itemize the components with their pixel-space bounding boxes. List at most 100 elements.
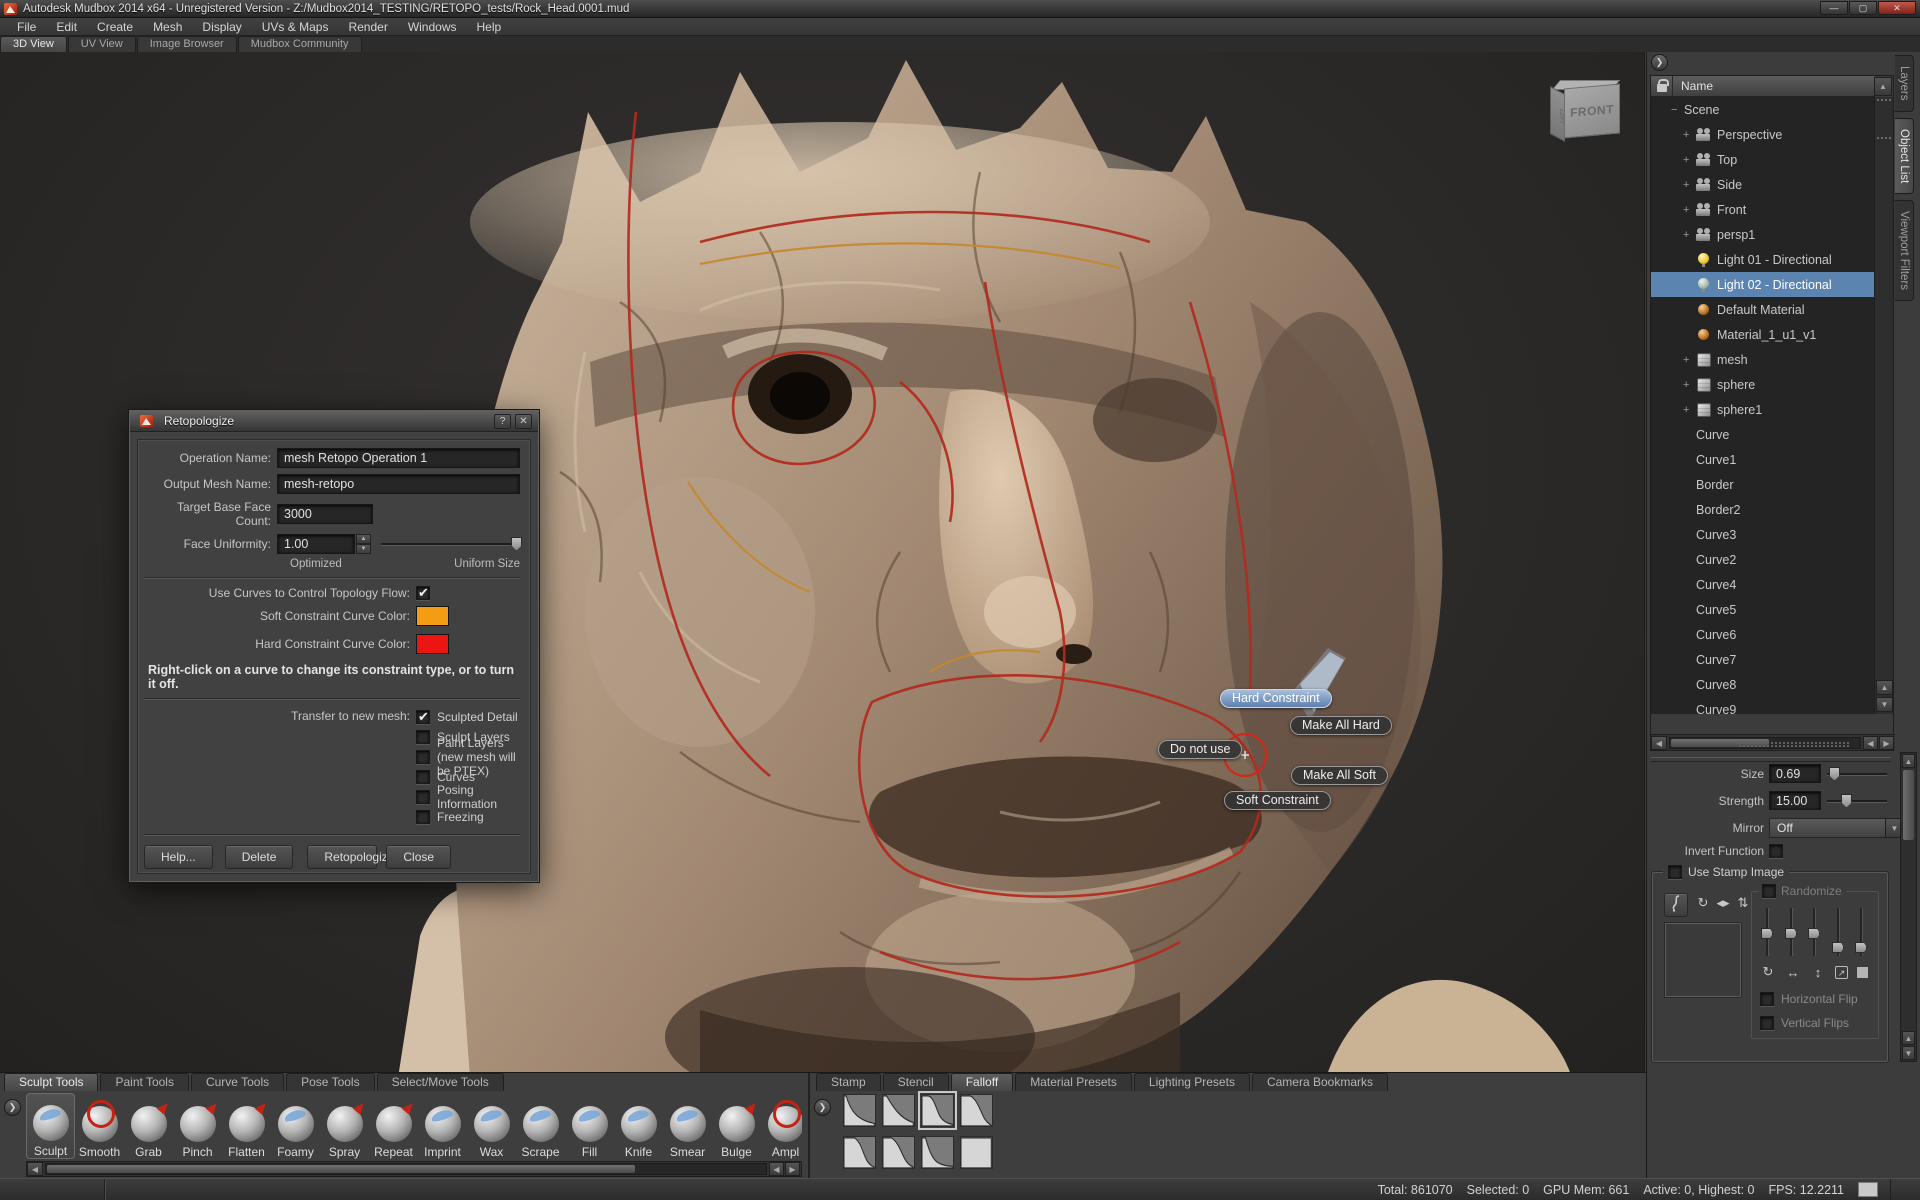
tree-item[interactable]: + Top	[1651, 147, 1875, 172]
tool-button[interactable]: Fill	[565, 1093, 614, 1159]
tree-item[interactable]: + persp1	[1651, 222, 1875, 247]
tree-expander[interactable]: +	[1683, 154, 1696, 166]
randomize-color-swatch[interactable]	[1857, 967, 1868, 978]
tool-button[interactable]: Scrape	[516, 1093, 565, 1159]
tree-scroll-right-icon[interactable]: ▶	[1879, 736, 1894, 750]
stamp-rotate-icon[interactable]: ↻	[1695, 895, 1711, 911]
name-column-header[interactable]: Name	[1673, 79, 1713, 93]
tree-scroll-down-icon[interactable]: ▼	[1876, 697, 1893, 712]
tree-item[interactable]: + Side	[1651, 172, 1875, 197]
tree-scroll-left-icon[interactable]: ◀	[1651, 736, 1667, 750]
size-slider-handle[interactable]	[1829, 767, 1840, 781]
tool-button[interactable]: Ampl	[761, 1093, 802, 1159]
tool-button[interactable]: Repeat	[369, 1093, 418, 1159]
tree-expander[interactable]: +	[1683, 129, 1696, 141]
view-cube-left-face[interactable]: LEFT	[1550, 86, 1565, 142]
stamp-preview[interactable]	[1665, 923, 1741, 997]
tree-expander[interactable]: −	[1671, 104, 1684, 116]
properties-scroll-thumb[interactable]	[1903, 770, 1914, 840]
dialog-button[interactable]: Help...	[144, 845, 213, 869]
randomize-slider-1[interactable]	[1766, 908, 1769, 956]
strength-slider-handle[interactable]	[1841, 794, 1852, 808]
face-uniformity-stepper[interactable]: ▲▼	[356, 534, 371, 554]
tool-tray-tab[interactable]: Curve Tools	[191, 1073, 284, 1091]
transfer-option-checkbox[interactable]	[416, 790, 430, 804]
invert-function-checkbox[interactable]	[1769, 844, 1783, 858]
tree-item[interactable]: + sphere1	[1651, 397, 1875, 422]
minimize-button[interactable]: —	[1820, 1, 1848, 15]
properties-scroll-down-icon[interactable]: ▼	[1902, 1046, 1915, 1060]
stamp-shape-button[interactable]	[1664, 893, 1688, 917]
preset-tray-expander-icon[interactable]: ❯	[814, 1099, 831, 1116]
face-uniformity-input[interactable]: 1.00	[277, 534, 355, 554]
preset-tray-tab[interactable]: Material Presets	[1015, 1073, 1132, 1091]
side-tab[interactable]: Viewport Filters	[1895, 200, 1914, 301]
dialog-close-icon[interactable]: ✕	[515, 414, 532, 429]
falloff-preset[interactable]	[843, 1136, 876, 1169]
menu-item[interactable]: Create	[88, 19, 142, 35]
preset-tray-tab[interactable]: Stencil	[883, 1073, 949, 1091]
view-tab[interactable]: Image Browser	[137, 36, 237, 52]
tree-expander[interactable]: +	[1683, 379, 1696, 391]
tool-button[interactable]: Imprint	[418, 1093, 467, 1159]
randomize-slider-2[interactable]	[1790, 908, 1793, 956]
transfer-option-checkbox[interactable]	[416, 750, 430, 764]
tools-scroll-left-icon[interactable]: ◀	[27, 1162, 43, 1176]
tool-button[interactable]: Foamy	[271, 1093, 320, 1159]
tree-item[interactable]: Curve6	[1651, 622, 1875, 647]
tool-button[interactable]: Smooth	[75, 1093, 124, 1159]
view-tab[interactable]: 3D View	[0, 36, 67, 52]
menu-item[interactable]: Help	[468, 19, 511, 35]
tree-item[interactable]: Curve4	[1651, 572, 1875, 597]
stamp-flip-vertical-icon[interactable]: ⇅	[1735, 895, 1751, 911]
randomize-slider-4[interactable]	[1837, 908, 1840, 956]
preset-tray-tab[interactable]: Lighting Presets	[1134, 1073, 1250, 1091]
marking-menu-item[interactable]: Soft Constraint	[1224, 791, 1331, 810]
properties-scrollbar[interactable]: ▲ ▲ ▼	[1900, 752, 1917, 1062]
randomize-scale-icon[interactable]: ↗	[1835, 966, 1848, 979]
title-bar[interactable]: Autodesk Mudbox 2014 x64 - Unregistered …	[0, 0, 1920, 18]
tree-item[interactable]: Curve9	[1651, 697, 1875, 714]
lock-icon[interactable]	[1651, 76, 1673, 97]
falloff-preset[interactable]	[882, 1094, 915, 1127]
tree-item[interactable]: Border	[1651, 472, 1875, 497]
tree-item[interactable]: Curve	[1651, 422, 1875, 447]
dialog-help-icon[interactable]: ?	[494, 414, 511, 429]
tree-scroll-up-icon[interactable]: ▲	[1876, 680, 1893, 695]
tool-tray-tab[interactable]: Pose Tools	[286, 1073, 374, 1091]
tree-item[interactable]: Curve8	[1651, 672, 1875, 697]
hard-constraint-color-swatch[interactable]	[416, 634, 449, 654]
close-button[interactable]: ✕	[1878, 1, 1916, 15]
tree-expander[interactable]: +	[1683, 229, 1696, 241]
side-tab[interactable]: Object List	[1895, 118, 1914, 194]
size-input[interactable]: 0.69	[1769, 764, 1821, 783]
vertical-flip-checkbox[interactable]	[1760, 1016, 1774, 1030]
size-slider[interactable]	[1827, 766, 1887, 782]
panel-resize-grip[interactable]	[1739, 742, 1849, 747]
tool-button[interactable]: Knife	[614, 1093, 663, 1159]
dialog-button[interactable]: Delete	[225, 845, 294, 869]
maximize-button[interactable]: ▢	[1849, 1, 1877, 15]
tree-item[interactable]: Curve7	[1651, 647, 1875, 672]
randomize-horizontal-icon[interactable]: ↔	[1785, 965, 1801, 980]
tree-item[interactable]: Default Material	[1651, 297, 1875, 322]
transfer-option-checkbox[interactable]	[416, 770, 430, 784]
menu-item[interactable]: Edit	[47, 19, 86, 35]
randomize-checkbox[interactable]	[1762, 884, 1776, 898]
tool-tray-tab[interactable]: Paint Tools	[100, 1073, 188, 1091]
tool-button[interactable]: Smear	[663, 1093, 712, 1159]
face-uniformity-slider[interactable]	[381, 543, 520, 546]
tree-item[interactable]: Light 01 - Directional	[1651, 247, 1875, 272]
tree-item[interactable]: Curve2	[1651, 547, 1875, 572]
tree-item[interactable]: − Scene	[1651, 97, 1875, 122]
tree-scroll-up-button[interactable]: ▲	[1874, 77, 1892, 96]
tool-tray-scrollbar[interactable]: ◀ ◀ ▶	[26, 1161, 802, 1177]
tree-expander[interactable]: +	[1683, 179, 1696, 191]
transfer-option-checkbox[interactable]	[416, 710, 430, 724]
operation-name-input[interactable]: mesh Retopo Operation 1	[277, 448, 520, 468]
face-uniformity-slider-handle[interactable]	[511, 537, 522, 551]
panel-expander-icon[interactable]: ❯	[1651, 54, 1668, 71]
tree-item[interactable]: + mesh	[1651, 347, 1875, 372]
side-tab[interactable]: Layers	[1895, 55, 1914, 112]
marking-menu-item[interactable]: Hard Constraint	[1220, 689, 1332, 708]
